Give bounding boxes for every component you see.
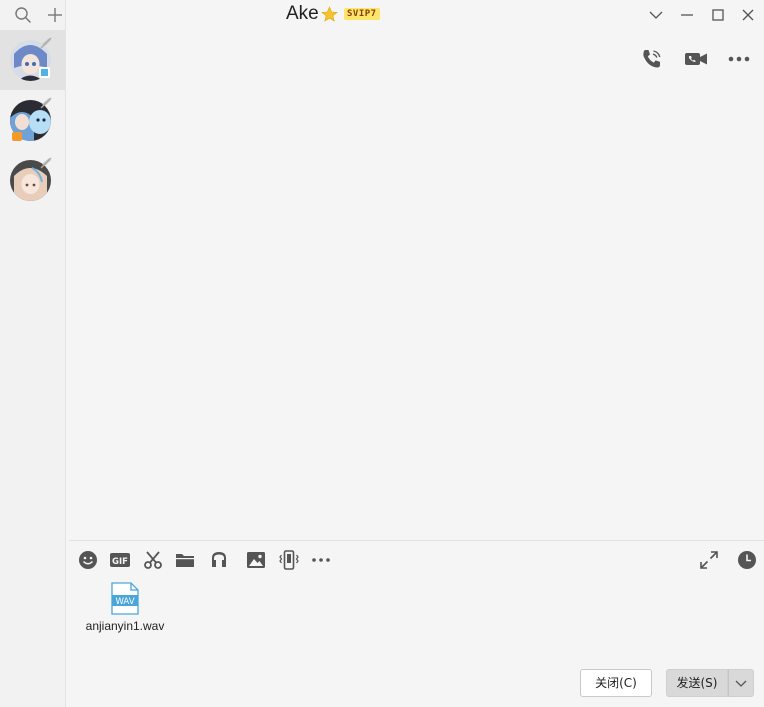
maximize-icon[interactable] bbox=[707, 4, 729, 26]
mute-icon bbox=[40, 37, 52, 49]
sidebar-top bbox=[0, 0, 65, 30]
sidebar-chat-item[interactable] bbox=[0, 150, 65, 210]
mute-icon bbox=[40, 157, 52, 169]
input-divider bbox=[69, 540, 764, 541]
gif-icon[interactable]: GIF bbox=[109, 549, 131, 571]
emoji-icon[interactable] bbox=[77, 549, 99, 571]
close-button[interactable]: 关闭(C) bbox=[580, 669, 652, 697]
expand-icon[interactable] bbox=[698, 549, 720, 571]
music-icon[interactable] bbox=[208, 549, 230, 571]
minimize-icon[interactable] bbox=[676, 4, 698, 26]
voice-call-icon[interactable] bbox=[639, 46, 665, 72]
close-icon[interactable] bbox=[737, 4, 759, 26]
send-options-button[interactable] bbox=[728, 669, 754, 697]
more-icon[interactable] bbox=[310, 549, 332, 571]
file-attachment[interactable]: WAV anjianyin1.wav bbox=[80, 582, 170, 633]
file-name: anjianyin1.wav bbox=[85, 619, 165, 633]
svg-text:GIF: GIF bbox=[112, 557, 128, 567]
folder-icon[interactable] bbox=[174, 549, 196, 571]
title-bar: Ake SVIP7 bbox=[66, 0, 764, 30]
scissors-icon[interactable] bbox=[142, 549, 164, 571]
message-area bbox=[66, 30, 764, 540]
more-options-icon[interactable] bbox=[726, 46, 752, 72]
search-icon[interactable] bbox=[13, 5, 33, 25]
wav-file-icon: WAV bbox=[111, 582, 139, 615]
device-badge-icon bbox=[39, 67, 50, 78]
mute-icon bbox=[40, 97, 52, 109]
sidebar-chat-item[interactable] bbox=[0, 30, 65, 90]
shake-icon[interactable] bbox=[278, 549, 300, 571]
vip-badge[interactable]: SVIP7 bbox=[344, 8, 380, 20]
chevron-down-icon[interactable] bbox=[645, 4, 667, 26]
svg-text:WAV: WAV bbox=[115, 597, 134, 607]
sidebar bbox=[0, 0, 66, 707]
status-badge-icon bbox=[12, 132, 22, 141]
chevron-down-icon bbox=[735, 680, 747, 687]
send-button[interactable]: 发送(S) bbox=[666, 669, 728, 697]
history-icon[interactable] bbox=[736, 549, 758, 571]
add-icon[interactable] bbox=[45, 5, 65, 25]
sidebar-chat-item[interactable] bbox=[0, 90, 65, 150]
chat-title[interactable]: Ake bbox=[286, 3, 319, 25]
image-icon[interactable] bbox=[245, 549, 267, 571]
star-icon bbox=[321, 6, 338, 22]
video-call-icon[interactable] bbox=[683, 46, 709, 72]
